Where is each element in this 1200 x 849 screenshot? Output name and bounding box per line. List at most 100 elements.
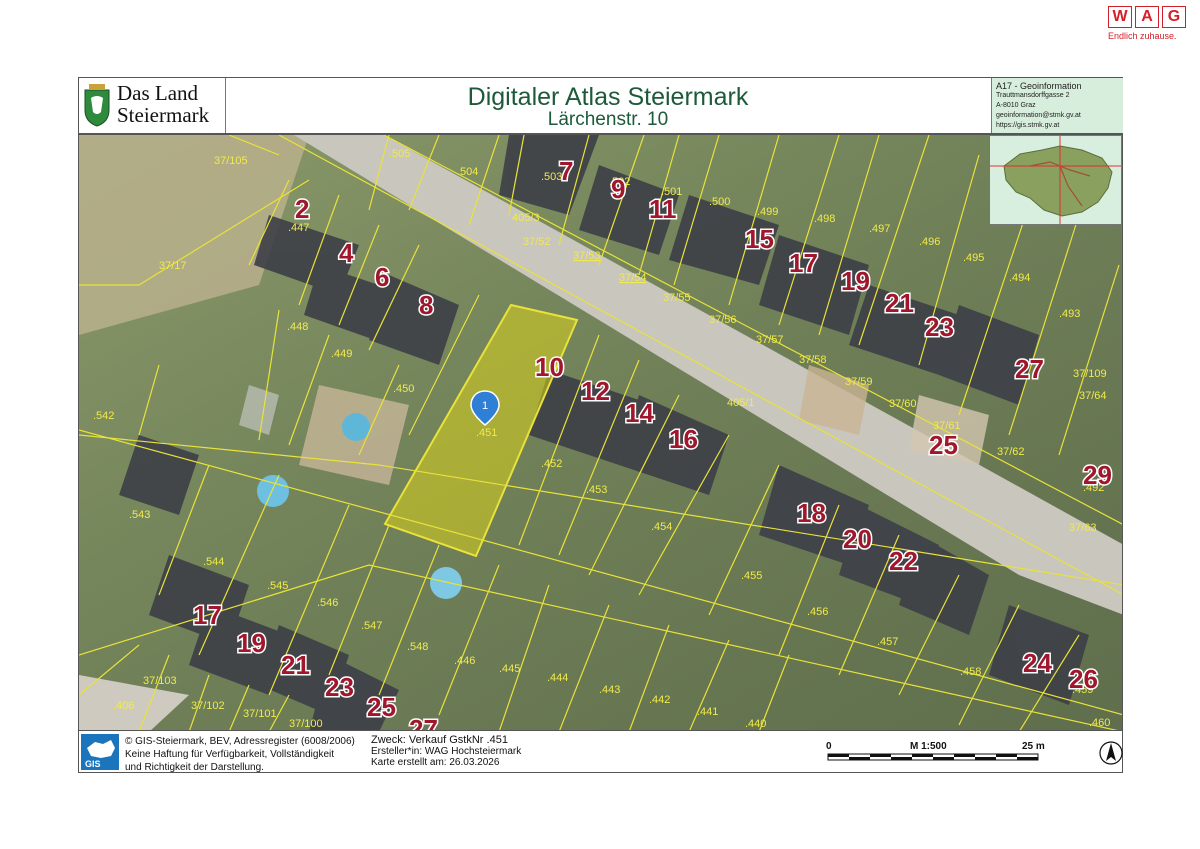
parcel-label: .450	[393, 383, 414, 395]
parcel-label: .441	[697, 706, 718, 718]
pool	[430, 567, 462, 599]
scale-ratio: M 1:500	[910, 741, 947, 752]
parcel-label: 37/17	[159, 260, 187, 272]
north-arrow	[1099, 739, 1123, 767]
house-number: 6	[375, 262, 389, 292]
parcel-label: .543	[129, 509, 150, 521]
house-number: 23	[325, 672, 354, 702]
parcel-label: .446	[454, 655, 475, 667]
house-number: 26	[1069, 664, 1098, 694]
house-number: 10	[535, 352, 564, 382]
aerial-map[interactable]: 405/1 37/105 .505 .504 .503 .502 .501 .5…	[79, 135, 1123, 731]
house-number: 11	[649, 194, 677, 224]
parcel-label: .452	[541, 458, 562, 470]
wag-tagline: Endlich zuhause.	[1108, 31, 1177, 41]
parcel-label: .499	[757, 206, 778, 218]
creator-line: Ersteller*in: WAG Hochsteiermark	[371, 746, 522, 757]
map-subtitle: Lärchenstr. 10	[547, 109, 669, 130]
parcel-label: .544	[203, 556, 224, 568]
parcel-label: .456	[807, 606, 828, 618]
credits: © GIS-Steiermark, BEV, Adressregister (6…	[125, 735, 355, 774]
scale-bar-graphic: 0 M 1:500 25 m	[826, 741, 1045, 761]
map-purpose: Zweck: Verkauf GstkNr .451 Ersteller*in:…	[371, 735, 522, 769]
house-number: 19	[237, 628, 266, 658]
parcel-label: 405/3	[512, 212, 540, 224]
parcel-label: .500	[709, 196, 730, 208]
wag-letter-w: W	[1108, 6, 1132, 28]
agency-name: A17 - Geoinformation	[996, 81, 1082, 91]
parcel-label: .453	[586, 484, 607, 496]
scale-bar: 0 M 1:500 25 m	[824, 739, 1054, 767]
wag-letter-a: A	[1135, 6, 1159, 28]
parcel-label: 37/56	[709, 314, 737, 326]
parcel-label: .445	[499, 663, 520, 675]
parcel-label: 37/100	[289, 718, 323, 730]
parcel-label: 37/52	[523, 236, 551, 248]
parcel-label: .546	[317, 597, 338, 609]
steiermark-logo: Das Land Steiermark	[79, 78, 226, 133]
parcel-label: .448	[287, 321, 308, 333]
house-number: 22	[889, 546, 918, 576]
wag-letter-g: G	[1162, 6, 1186, 28]
parcel-label: .505	[389, 148, 410, 160]
scale-end: 25 m	[1022, 741, 1045, 752]
parcel-label: .504	[457, 166, 478, 178]
gis-logo-icon: GIS	[85, 740, 115, 769]
agency-city: A-8010 Graz	[996, 102, 1036, 109]
parcel-label: .449	[331, 348, 352, 360]
parcel-label: 37/102	[191, 700, 225, 712]
parcel-label: .444	[547, 672, 568, 684]
north-arrow-icon	[1099, 741, 1123, 765]
agency-email[interactable]: geoinformation@stmk.gv.at	[996, 111, 1123, 121]
agency-address: Trauttmansdorffgasse 2	[996, 92, 1070, 99]
parcel-label: 37/55	[663, 292, 691, 304]
house-number: 19	[841, 266, 870, 296]
marker-label: 1	[482, 400, 488, 412]
parcel-label: 37/109	[1073, 368, 1107, 380]
parcel-label: 37/54	[619, 272, 647, 284]
parcel-label: .460	[1089, 717, 1110, 729]
wag-logo: W A G Endlich zuhause.	[1108, 6, 1194, 48]
house-number: 25	[929, 430, 958, 460]
agency-info: A17 - Geoinformation Trauttmansdorffgass…	[991, 78, 1123, 133]
land-line-2: Steiermark	[117, 103, 210, 127]
parcel-label: .497	[869, 223, 890, 235]
gis-steiermark-logo: GIS	[81, 734, 119, 770]
parcel-label: 37/62	[997, 446, 1025, 458]
gis-logo-text: GIS	[85, 759, 101, 769]
parcel-label: .440	[745, 718, 766, 730]
parcel-label: 37/53	[573, 250, 601, 262]
house-number: 9	[611, 174, 625, 204]
parcel-label: .457	[877, 636, 898, 648]
parcel-label: .542	[93, 410, 114, 422]
steiermark-crest-icon	[84, 84, 110, 127]
parcel-label: 37/58	[799, 354, 827, 366]
credit-line: © GIS-Steiermark, BEV, Adressregister (6…	[125, 736, 355, 747]
parcel-label: .494	[1009, 272, 1030, 284]
agency-website[interactable]: https://gis.stmk.gv.at	[996, 121, 1123, 131]
house-number: 21	[281, 650, 310, 680]
credit-line: Keine Haftung für Verfügbarkeit, Vollstä…	[125, 749, 335, 760]
house-number: 18	[797, 498, 826, 528]
house-number: 25	[367, 692, 396, 722]
house-number: 16	[669, 424, 698, 454]
map-view[interactable]: 405/1 37/105 .505 .504 .503 .502 .501 .5…	[78, 134, 1123, 731]
map-title: Digitaler Atlas Steiermark	[467, 83, 749, 111]
parcel-label: .496	[919, 236, 940, 248]
house-number: 20	[843, 524, 872, 554]
overview-inset-map	[989, 135, 1122, 225]
house-number: 27	[409, 714, 438, 731]
parcel-label: 37/105	[214, 155, 248, 167]
parcel-label: 37/64	[1079, 390, 1107, 402]
map-footer: GIS © GIS-Steiermark, BEV, Adressregiste…	[78, 731, 1123, 773]
map-header: Das Land Steiermark Digitaler Atlas Stei…	[78, 77, 1123, 134]
house-number: 24	[1023, 648, 1052, 678]
scale-start: 0	[826, 741, 832, 752]
parcel-label: .498	[814, 213, 835, 225]
house-number: 12	[581, 376, 610, 406]
house-number: 4	[339, 238, 354, 268]
parcel-label: .495	[963, 252, 984, 264]
parcel-label: .545	[267, 580, 288, 592]
parcel-label: .493	[1059, 308, 1080, 320]
house-number: 17	[789, 248, 818, 278]
